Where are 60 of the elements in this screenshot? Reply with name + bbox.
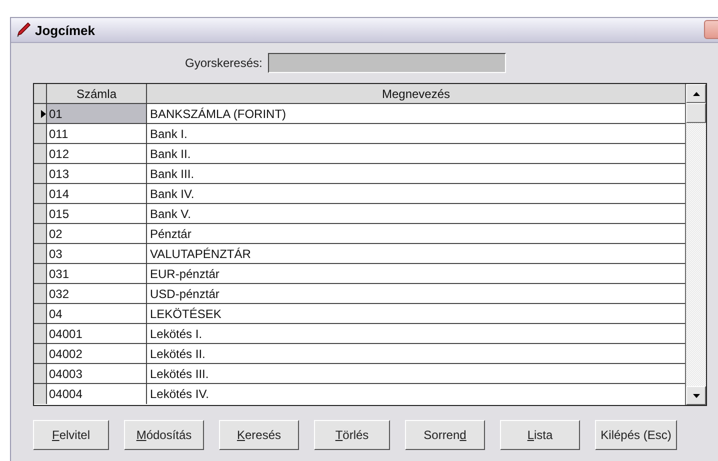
- action-button[interactable]: Törlés: [314, 420, 390, 450]
- row-indicator[interactable]: [34, 224, 47, 243]
- row-indicator[interactable]: [34, 124, 47, 143]
- action-button[interactable]: Lista: [500, 420, 580, 450]
- row-indicator[interactable]: [34, 284, 47, 303]
- table-cell[interactable]: EUR-pénztár: [147, 264, 685, 283]
- row-indicator[interactable]: [34, 384, 47, 404]
- row-indicator[interactable]: [34, 344, 47, 363]
- action-button[interactable]: Keresés: [219, 420, 299, 450]
- table-cell[interactable]: 04004: [47, 384, 147, 404]
- row-indicator[interactable]: [34, 184, 47, 203]
- row-indicator[interactable]: [34, 304, 47, 323]
- table-cell[interactable]: 013: [47, 164, 147, 183]
- table-cell[interactable]: Bank IV.: [147, 184, 685, 203]
- table-cell[interactable]: 03: [47, 244, 147, 263]
- table-cell[interactable]: 01: [47, 104, 147, 123]
- scrollbar-thumb[interactable]: [686, 103, 706, 123]
- up-arrow-icon[interactable]: [692, 92, 700, 96]
- action-button[interactable]: Módosítás: [124, 420, 204, 450]
- window-title: Jogcímek: [35, 22, 95, 38]
- row-indicator[interactable]: [34, 164, 47, 183]
- row-indicator[interactable]: [34, 244, 47, 263]
- table-cell[interactable]: 014: [47, 184, 147, 203]
- table-cell[interactable]: 032: [47, 284, 147, 303]
- search-field[interactable]: [268, 53, 506, 73]
- row-indicator[interactable]: [34, 204, 47, 223]
- table-cell[interactable]: Bank III.: [147, 164, 685, 183]
- table-cell[interactable]: 04002: [47, 344, 147, 363]
- table-cell[interactable]: 015: [47, 204, 147, 223]
- table-cell[interactable]: 011: [47, 124, 147, 143]
- down-arrow-icon[interactable]: [692, 394, 700, 398]
- table-cell[interactable]: 031: [47, 264, 147, 283]
- table-cell[interactable]: 012: [47, 144, 147, 163]
- table-cell[interactable]: Lekötés II.: [147, 344, 685, 363]
- table-cell[interactable]: LEKÖTÉSEK: [147, 304, 685, 323]
- action-button[interactable]: Sorrend: [405, 420, 485, 450]
- table-cell[interactable]: 04003: [47, 364, 147, 383]
- row-indicator[interactable]: [34, 264, 47, 283]
- pencil-icon: [15, 22, 31, 38]
- table-cell[interactable]: 02: [47, 224, 147, 243]
- row-indicator[interactable]: [34, 104, 47, 123]
- table-cell[interactable]: Lekötés I.: [147, 324, 685, 343]
- row-indicator[interactable]: [34, 364, 47, 383]
- table-cell[interactable]: Bank V.: [147, 204, 685, 223]
- row-indicator[interactable]: [34, 324, 47, 343]
- table-cell[interactable]: VALUTAPÉNZTÁR: [147, 244, 685, 263]
- table-cell[interactable]: Lekötés III.: [147, 364, 685, 383]
- action-button[interactable]: Felvitel: [33, 420, 109, 450]
- table-cell[interactable]: Pénztár: [147, 224, 685, 243]
- table-cell[interactable]: BANKSZÁMLA (FORINT): [147, 104, 685, 123]
- action-button[interactable]: Kilépés (Esc): [595, 420, 677, 450]
- search-label: Gyorskeresés:: [185, 56, 262, 70]
- table-cell[interactable]: USD-pénztár: [147, 284, 685, 303]
- table-cell[interactable]: 04001: [47, 324, 147, 343]
- scrollbar[interactable]: [685, 84, 706, 405]
- table-cell[interactable]: Lekötés IV.: [147, 384, 685, 404]
- table-cell[interactable]: Bank II.: [147, 144, 685, 163]
- row-indicator[interactable]: [34, 144, 47, 163]
- table-cell[interactable]: 04: [47, 304, 147, 323]
- table-cell[interactable]: Bank I.: [147, 124, 685, 143]
